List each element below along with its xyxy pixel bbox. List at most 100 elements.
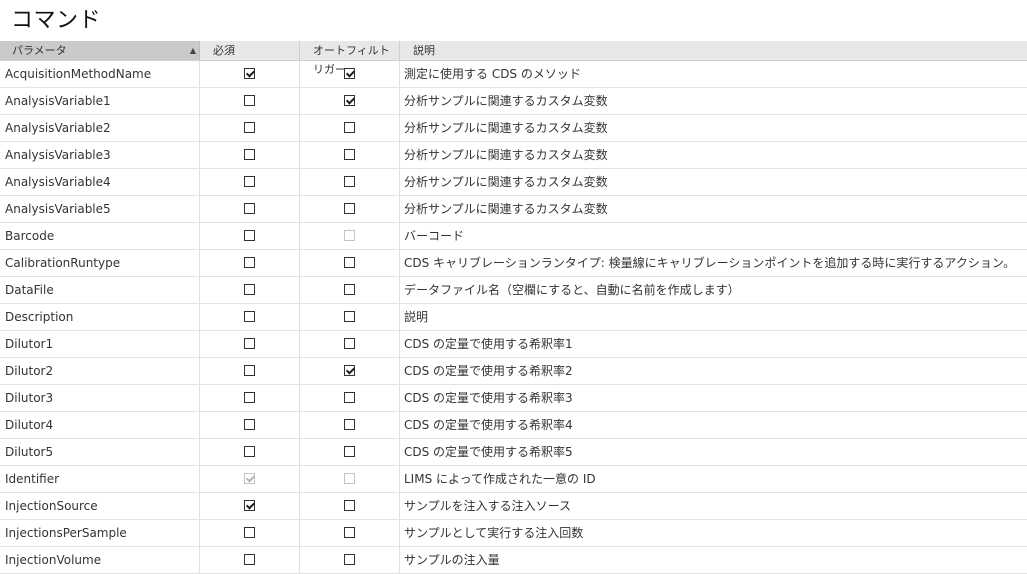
parameter-name-cell: Identifier (0, 466, 200, 492)
required-cell (200, 493, 300, 519)
table-row[interactable]: AnalysisVariable3 分析サンプルに関連するカスタム変数 (0, 142, 1027, 169)
required-cell (200, 304, 300, 330)
autofill-trigger-checkbox[interactable] (344, 554, 355, 565)
autofill-trigger-cell (300, 304, 400, 330)
autofill-trigger-cell (300, 169, 400, 195)
autofill-trigger-checkbox[interactable] (344, 122, 355, 133)
grid-body: AcquisitionMethodName 測定に使用する CDS のメソッド An… (0, 61, 1027, 574)
parameter-name-cell: DataFile (0, 277, 200, 303)
parameter-name-cell: AnalysisVariable1 (0, 88, 200, 114)
table-row[interactable]: Dilutor2 CDS の定量で使用する希釈率2 (0, 358, 1027, 385)
table-row[interactable]: AnalysisVariable5 分析サンプルに関連するカスタム変数 (0, 196, 1027, 223)
parameter-name-cell: AnalysisVariable4 (0, 169, 200, 195)
autofill-trigger-checkbox[interactable] (344, 311, 355, 322)
autofill-trigger-checkbox[interactable] (344, 284, 355, 295)
required-cell (200, 115, 300, 141)
autofill-trigger-checkbox[interactable] (344, 68, 355, 79)
description-cell: バーコード (404, 229, 465, 243)
required-checkbox (244, 473, 255, 484)
description-cell: 分析サンプルに関連するカスタム変数 (404, 148, 608, 162)
required-checkbox[interactable] (244, 122, 255, 133)
autofill-trigger-checkbox[interactable] (344, 338, 355, 349)
description-cell: サンプルを注入する注入ソース (404, 499, 572, 513)
table-row[interactable]: Description 説明 (0, 304, 1027, 331)
required-checkbox[interactable] (244, 176, 255, 187)
table-row[interactable]: InjectionSource サンプルを注入する注入ソース (0, 493, 1027, 520)
table-row[interactable]: InjectionVolume サンプルの注入量 (0, 547, 1027, 574)
autofill-trigger-checkbox[interactable] (344, 527, 355, 538)
autofill-trigger-checkbox[interactable] (344, 149, 355, 160)
table-row[interactable]: CalibrationRuntype CDS キャリブレーションランタイプ: 検量… (0, 250, 1027, 277)
autofill-trigger-checkbox[interactable] (344, 203, 355, 214)
column-header-required[interactable]: 必須 (200, 41, 300, 60)
autofill-trigger-cell (300, 331, 400, 357)
required-checkbox[interactable] (244, 365, 255, 376)
description-cell: LIMS によって作成された一意の ID (404, 472, 596, 486)
required-cell (200, 385, 300, 411)
description-cell: データファイル名（空欄にすると、自動に名前を作成します） (404, 283, 740, 297)
table-row[interactable]: Barcode バーコード (0, 223, 1027, 250)
required-checkbox[interactable] (244, 554, 255, 565)
required-checkbox[interactable] (244, 500, 255, 511)
description-cell: 分析サンプルに関連するカスタム変数 (404, 94, 608, 108)
required-checkbox[interactable] (244, 419, 255, 430)
required-cell (200, 142, 300, 168)
column-header-parameter[interactable]: パラメータ ▲ (0, 41, 200, 60)
table-row[interactable]: InjectionsPerSample サンプルとして実行する注入回数 (0, 520, 1027, 547)
autofill-trigger-cell (300, 88, 400, 114)
required-cell (200, 169, 300, 195)
autofill-trigger-checkbox[interactable] (344, 176, 355, 187)
description-cell: CDS の定量で使用する希釈率2 (404, 364, 573, 378)
parameter-name-cell: Dilutor3 (0, 385, 200, 411)
table-row[interactable]: AnalysisVariable2 分析サンプルに関連するカスタム変数 (0, 115, 1027, 142)
autofill-trigger-checkbox[interactable] (344, 365, 355, 376)
autofill-trigger-checkbox[interactable] (344, 392, 355, 403)
required-checkbox[interactable] (244, 203, 255, 214)
autofill-trigger-cell (300, 196, 400, 222)
parameter-name-cell: Dilutor5 (0, 439, 200, 465)
required-checkbox[interactable] (244, 392, 255, 403)
parameter-name-cell: Dilutor1 (0, 331, 200, 357)
required-checkbox[interactable] (244, 527, 255, 538)
autofill-trigger-checkbox (344, 230, 355, 241)
required-checkbox[interactable] (244, 257, 255, 268)
autofill-trigger-checkbox[interactable] (344, 419, 355, 430)
table-row[interactable]: DataFile データファイル名（空欄にすると、自動に名前を作成します） (0, 277, 1027, 304)
required-cell (200, 520, 300, 546)
table-row[interactable]: Dilutor3 CDS の定量で使用する希釈率3 (0, 385, 1027, 412)
autofill-trigger-checkbox[interactable] (344, 500, 355, 511)
column-header-autofill-trigger[interactable]: オートフィルトリガー (300, 41, 400, 76)
required-checkbox[interactable] (244, 311, 255, 322)
autofill-trigger-checkbox[interactable] (344, 446, 355, 457)
parameter-name-cell: Dilutor4 (0, 412, 200, 438)
autofill-trigger-cell (300, 277, 400, 303)
required-checkbox[interactable] (244, 149, 255, 160)
table-row[interactable]: Identifier LIMS によって作成された一意の ID (0, 466, 1027, 493)
table-row[interactable]: Dilutor4 CDS の定量で使用する希釈率4 (0, 412, 1027, 439)
table-row[interactable]: Dilutor1 CDS の定量で使用する希釈率1 (0, 331, 1027, 358)
column-header-description[interactable]: 説明 (400, 41, 1027, 60)
required-checkbox[interactable] (244, 95, 255, 106)
description-cell: 説明 (404, 310, 429, 324)
required-checkbox[interactable] (244, 284, 255, 295)
required-checkbox[interactable] (244, 230, 255, 241)
sort-ascending-icon: ▲ (189, 46, 196, 55)
table-row[interactable]: AcquisitionMethodName 測定に使用する CDS のメソッド (0, 61, 1027, 88)
autofill-trigger-cell (300, 520, 400, 546)
required-cell (200, 250, 300, 276)
description-cell: CDS の定量で使用する希釈率3 (404, 391, 573, 405)
autofill-trigger-cell (300, 61, 400, 87)
required-cell (200, 277, 300, 303)
table-row[interactable]: Dilutor5 CDS の定量で使用する希釈率5 (0, 439, 1027, 466)
autofill-trigger-cell (300, 493, 400, 519)
required-checkbox[interactable] (244, 446, 255, 457)
autofill-trigger-cell (300, 142, 400, 168)
description-cell: CDS キャリブレーションランタイプ: 検量線にキャリブレーションポイントを追加… (404, 256, 1016, 270)
required-checkbox[interactable] (244, 68, 255, 79)
table-row[interactable]: AnalysisVariable1 分析サンプルに関連するカスタム変数 (0, 88, 1027, 115)
table-row[interactable]: AnalysisVariable4 分析サンプルに関連するカスタム変数 (0, 169, 1027, 196)
required-cell (200, 358, 300, 384)
autofill-trigger-checkbox[interactable] (344, 257, 355, 268)
autofill-trigger-checkbox[interactable] (344, 95, 355, 106)
required-checkbox[interactable] (244, 338, 255, 349)
